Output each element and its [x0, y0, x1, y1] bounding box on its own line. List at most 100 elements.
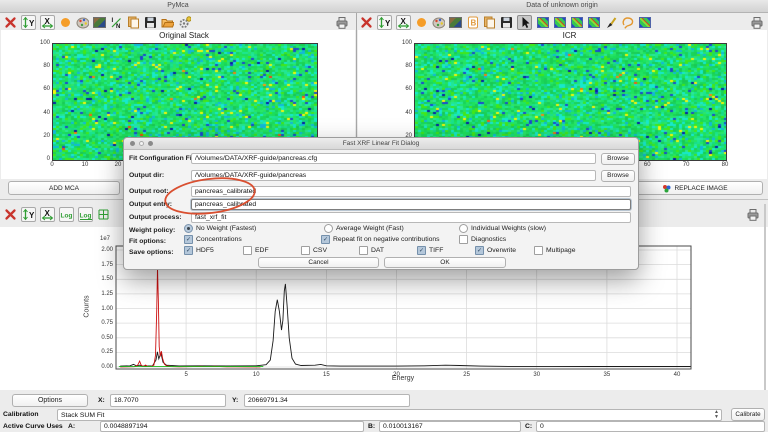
y-autoscale-icon[interactable]: Y	[377, 15, 392, 30]
option-label: Overwrite	[487, 247, 516, 254]
output-root-input[interactable]	[191, 186, 631, 197]
save-icon[interactable]	[144, 16, 157, 29]
checkbox-repeat-fit-on-negative-contributions[interactable]: ✓Repeat fit on negative contributions	[321, 235, 440, 244]
zoom-reset-icon[interactable]	[4, 16, 17, 29]
radio-icon	[459, 224, 468, 233]
x-tick-label: 10	[70, 162, 100, 168]
y-autoscale-icon[interactable]: Y	[21, 15, 36, 30]
lasso-icon[interactable]	[621, 16, 634, 29]
minimize-icon[interactable]	[139, 141, 144, 146]
output-entry-input[interactable]	[191, 199, 631, 210]
checkbox-dat[interactable]: DAT	[359, 246, 384, 255]
spectrum-x-tick-label: 15	[311, 372, 341, 378]
log-y-icon[interactable]: Log	[59, 207, 74, 222]
colormap-icon[interactable]	[553, 16, 566, 29]
option-label: Multipage	[546, 247, 575, 254]
radio-average-weight-fast[interactable]: Average Weight (Fast)	[324, 224, 404, 233]
options-button[interactable]: Options	[12, 394, 88, 407]
colormap-icon[interactable]	[587, 16, 600, 29]
calibration-label: Calibration	[3, 411, 39, 418]
radio-individual-weights-slow[interactable]: Individual Weights (slow)	[459, 224, 546, 233]
checkbox-hdf5[interactable]: ✓HDF5	[184, 246, 214, 255]
colormap-icon[interactable]	[570, 16, 583, 29]
print-icon[interactable]	[335, 16, 348, 29]
add-mca-button[interactable]: ADD MCA	[8, 181, 120, 195]
checkbox-icon	[534, 246, 543, 255]
option-label: Repeat fit on negative contributions	[333, 236, 440, 243]
close-icon[interactable]	[130, 141, 135, 146]
palette-icon[interactable]	[76, 16, 89, 29]
left-toolbar-print	[335, 13, 348, 31]
image-icon[interactable]	[449, 16, 462, 29]
data-window-title: Data of unknown origin	[526, 2, 598, 9]
fit-config-input[interactable]	[191, 153, 596, 164]
palette-icon[interactable]	[432, 16, 445, 29]
checkbox-icon: ✓	[184, 235, 193, 244]
intensity-normalize-icon[interactable]: IN	[110, 16, 123, 29]
save-icon[interactable]	[500, 16, 513, 29]
brush-icon[interactable]	[604, 16, 617, 29]
zoom-reset-icon[interactable]	[4, 208, 17, 221]
colormap-icon[interactable]	[536, 16, 549, 29]
checkbox-overwrite[interactable]: ✓Overwrite	[475, 246, 516, 255]
zoom-window-icon[interactable]	[148, 141, 153, 146]
color-dot-icon[interactable]	[59, 16, 72, 29]
calibration-select[interactable]: Stack SUM Fit ▲▼	[57, 409, 722, 421]
zoom-reset-icon[interactable]	[360, 16, 373, 29]
option-label: DAT	[371, 247, 384, 254]
replace-image-button[interactable]: REPLACE IMAGE	[627, 181, 763, 195]
checkbox-concentrations[interactable]: ✓Concentrations	[184, 235, 242, 244]
dialog-titlebar: Fast XRF Linear Fit Dialog	[124, 138, 638, 150]
checkbox-icon: ✓	[475, 246, 484, 255]
x-tick-label: 80	[710, 162, 740, 168]
original-stack-title: Original Stack	[52, 31, 316, 40]
option-label: No Weight (Fastest)	[196, 225, 256, 232]
checkbox-multipage[interactable]: Multipage	[534, 246, 575, 255]
x-autoscale-icon[interactable]: X	[40, 207, 55, 222]
checkbox-diagnostics[interactable]: Diagnostics	[459, 235, 506, 244]
colormap-icon[interactable]	[638, 16, 651, 29]
checkbox-icon: ✓	[184, 246, 193, 255]
checkbox-edf[interactable]: EDF	[243, 246, 269, 255]
cursor-y-value: 20669791.34	[244, 394, 410, 407]
y-autoscale-icon[interactable]: Y	[21, 207, 36, 222]
print-icon[interactable]	[746, 208, 759, 221]
svg-text:B: B	[470, 18, 476, 27]
y-tick-label: 40	[20, 110, 50, 116]
copy-icon[interactable]	[483, 16, 496, 29]
output-dir-browse-button[interactable]: Browse	[601, 170, 635, 182]
vertical-slider[interactable]	[764, 204, 766, 390]
checkbox-tiff[interactable]: ✓TIFF	[417, 246, 443, 255]
spectrum-x-tick-label: 5	[171, 372, 201, 378]
settings-icon[interactable]	[178, 16, 191, 29]
grid-icon[interactable]	[97, 208, 110, 221]
open-folder-icon[interactable]	[161, 16, 174, 29]
calibrate-button[interactable]: Calibrate	[731, 408, 765, 421]
cursor-y-label: Y:	[232, 397, 238, 404]
radio-no-weight-fastest[interactable]: No Weight (Fastest)	[184, 224, 256, 233]
svg-text:Y: Y	[29, 19, 35, 28]
svg-text:Y: Y	[385, 19, 391, 28]
document-icon[interactable]: B	[466, 16, 479, 29]
cancel-button[interactable]: Cancel	[258, 257, 379, 268]
output-dir-input[interactable]	[191, 170, 596, 181]
ok-button[interactable]: OK	[384, 257, 506, 268]
color-dot-icon[interactable]	[415, 16, 428, 29]
x-autoscale-icon[interactable]: X	[396, 15, 411, 30]
x-tick-label: 0	[37, 162, 67, 168]
fit-config-browse-button[interactable]: Browse	[601, 153, 635, 165]
stepper-icon[interactable]: ▲▼	[714, 410, 719, 420]
log-x-icon[interactable]: Log	[78, 207, 93, 222]
print-icon[interactable]	[750, 16, 763, 29]
spectrum-x-tick-label: 25	[452, 372, 482, 378]
pointer-icon[interactable]	[517, 15, 532, 30]
checkbox-icon	[301, 246, 310, 255]
copy-icon[interactable]	[127, 16, 140, 29]
y-tick-label: 20	[20, 133, 50, 139]
output-process-input[interactable]	[191, 212, 631, 223]
active-curve-label: Active Curve Uses	[3, 423, 63, 430]
x-autoscale-icon[interactable]: X	[40, 15, 55, 30]
checkbox-csv[interactable]: CSV	[301, 246, 327, 255]
image-icon[interactable]	[93, 16, 106, 29]
radio-icon	[184, 224, 193, 233]
